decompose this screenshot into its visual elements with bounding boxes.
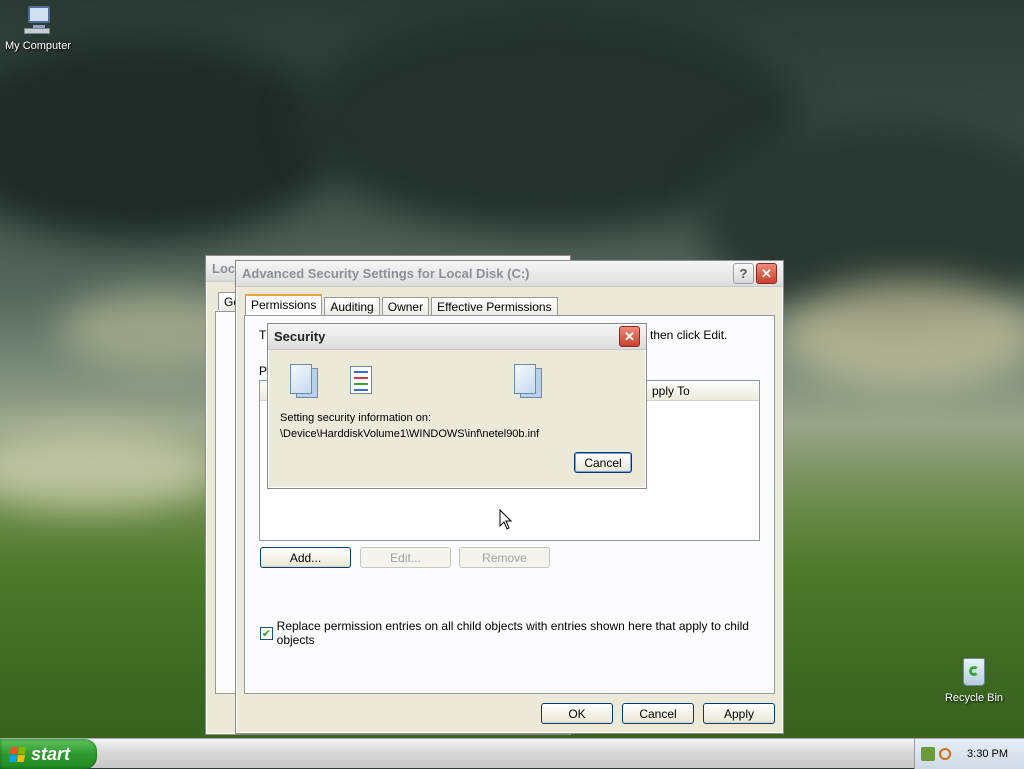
ok-button[interactable]: OK <box>541 703 613 724</box>
replace-permissions-label: Replace permission entries on all child … <box>276 619 749 647</box>
remove-button[interactable]: Remove <box>459 547 550 568</box>
security-dialog-close-button[interactable]: ✕ <box>619 326 640 347</box>
close-icon: ✕ <box>624 328 635 344</box>
edit-button[interactable]: Edit... <box>360 547 451 568</box>
network-icon[interactable] <box>921 747 936 761</box>
start-label: start <box>31 743 71 764</box>
apply-button[interactable]: Apply <box>703 703 775 724</box>
computer-icon <box>22 4 54 36</box>
taskbar: start 3:30 PM <box>0 738 1024 769</box>
close-icon: ✕ <box>761 265 772 281</box>
system-tray: 3:30 PM <box>914 739 1024 769</box>
document-icon <box>290 364 318 398</box>
back-window-title: Loc <box>212 261 236 276</box>
intro-text-left: T <box>259 328 267 342</box>
security-dialog: Security ✕ Setting security information … <box>267 323 647 489</box>
security-message-line1: Setting security information on: <box>280 412 432 424</box>
security-cancel-button[interactable]: Cancel <box>574 452 632 473</box>
security-dialog-title: Security <box>274 329 326 344</box>
cancel-button[interactable]: Cancel <box>622 703 694 724</box>
my-computer-icon-item[interactable]: My Computer <box>0 4 78 52</box>
windows-logo-icon <box>8 746 27 762</box>
replace-permissions-checkbox[interactable]: ✔ <box>260 626 273 640</box>
start-button[interactable]: start <box>0 739 97 769</box>
column-apply-to[interactable]: pply To <box>652 384 690 398</box>
tab-effective-permissions[interactable]: Effective Permissions <box>431 297 558 315</box>
clock[interactable]: 3:30 PM <box>967 748 1008 760</box>
replace-permissions-checkbox-row[interactable]: ✔ Replace permission entries on all chil… <box>260 619 774 647</box>
adv-window-close-button[interactable]: ✕ <box>756 263 777 284</box>
checkmark-icon: ✔ <box>261 627 271 640</box>
security-dialog-titlebar[interactable]: Security ✕ <box>268 324 646 350</box>
list-document-icon <box>350 366 372 394</box>
recycle-bin-icon-item[interactable]: Recycle Bin <box>934 656 1014 704</box>
recycle-bin-icon <box>960 656 988 688</box>
help-button[interactable]: ? <box>733 263 754 284</box>
adv-window-tabs: Permissions Auditing Owner Effective Per… <box>245 294 560 315</box>
tab-auditing[interactable]: Auditing <box>324 297 380 315</box>
search-icon[interactable] <box>939 748 952 760</box>
my-computer-label: My Computer <box>4 40 72 52</box>
add-button[interactable]: Add... <box>260 547 351 568</box>
tab-permissions[interactable]: Permissions <box>245 294 323 315</box>
tab-owner[interactable]: Owner <box>381 297 430 315</box>
adv-window-title: Advanced Security Settings for Local Dis… <box>242 266 530 281</box>
recycle-bin-label: Recycle Bin <box>944 692 1004 704</box>
mouse-cursor-icon <box>499 509 513 530</box>
security-message-path: \Device\HarddiskVolume1\WINDOWS\inf\nete… <box>280 428 540 440</box>
adv-window-titlebar[interactable]: Advanced Security Settings for Local Dis… <box>236 261 783 287</box>
intro-text-right: then click Edit. <box>650 328 728 342</box>
document-icon <box>514 364 542 398</box>
